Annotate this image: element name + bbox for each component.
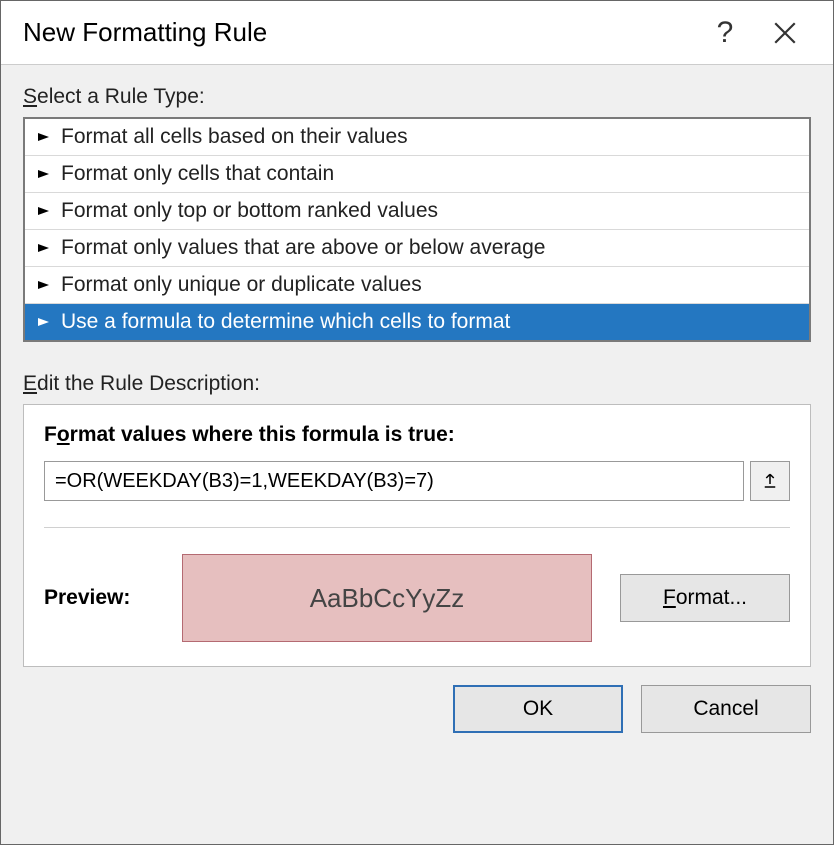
- close-button[interactable]: [755, 20, 815, 46]
- rule-type-item[interactable]: Format only unique or duplicate values: [25, 267, 809, 304]
- bullet-icon: [37, 169, 51, 179]
- rule-type-item[interactable]: Use a formula to determine which cells t…: [25, 304, 809, 340]
- rule-type-list[interactable]: Format all cells based on their values Fo…: [23, 117, 811, 342]
- edit-rule-description-label: Edit the Rule Description:: [23, 372, 811, 396]
- bullet-icon: [37, 280, 51, 290]
- rule-type-label: Format all cells based on their values: [61, 125, 408, 149]
- range-selector-icon: [761, 472, 779, 490]
- titlebar: New Formatting Rule ?: [1, 1, 833, 65]
- bullet-icon: [37, 132, 51, 142]
- divider: [44, 527, 790, 528]
- window-title: New Formatting Rule: [23, 17, 695, 48]
- format-button[interactable]: Format...: [620, 574, 790, 622]
- dialog-buttons: OK Cancel: [23, 685, 811, 733]
- formula-input[interactable]: [44, 461, 744, 501]
- bullet-icon: [37, 243, 51, 253]
- close-icon: [772, 20, 798, 46]
- rule-type-label: Format only cells that contain: [61, 162, 334, 186]
- preview-row: Preview: AaBbCcYyZz Format...: [44, 554, 790, 642]
- rule-type-label: Format only values that are above or bel…: [61, 236, 545, 260]
- rule-description-panel: Format values where this formula is true…: [23, 404, 811, 667]
- formula-heading: Format values where this formula is true…: [44, 423, 790, 447]
- select-rule-type-label: Select a Rule Type:: [23, 85, 811, 109]
- rule-type-label: Use a formula to determine which cells t…: [61, 310, 510, 334]
- bullet-icon: [37, 317, 51, 327]
- rule-type-item[interactable]: Format only cells that contain: [25, 156, 809, 193]
- bullet-icon: [37, 206, 51, 216]
- collapse-dialog-button[interactable]: [750, 461, 790, 501]
- cancel-button[interactable]: Cancel: [641, 685, 811, 733]
- rule-type-item[interactable]: Format only values that are above or bel…: [25, 230, 809, 267]
- rule-type-label: Format only top or bottom ranked values: [61, 199, 438, 223]
- help-button[interactable]: ?: [695, 16, 755, 50]
- preview-sample: AaBbCcYyZz: [182, 554, 592, 642]
- rule-type-item[interactable]: Format all cells based on their values: [25, 119, 809, 156]
- preview-label: Preview:: [44, 586, 154, 610]
- dialog-body: Select a Rule Type: Format all cells bas…: [1, 65, 833, 844]
- formula-row: [44, 461, 790, 501]
- rule-type-label: Format only unique or duplicate values: [61, 273, 422, 297]
- ok-button[interactable]: OK: [453, 685, 623, 733]
- dialog-new-formatting-rule: New Formatting Rule ? Select a Rule Type…: [0, 0, 834, 845]
- rule-type-item[interactable]: Format only top or bottom ranked values: [25, 193, 809, 230]
